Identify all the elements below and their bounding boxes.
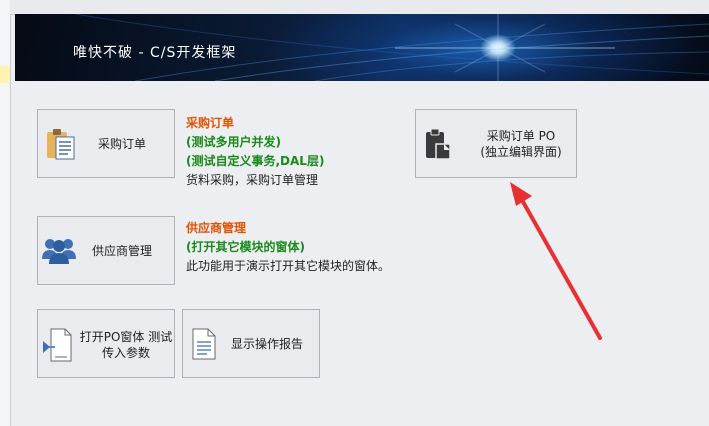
annotation-arrow <box>510 182 602 340</box>
